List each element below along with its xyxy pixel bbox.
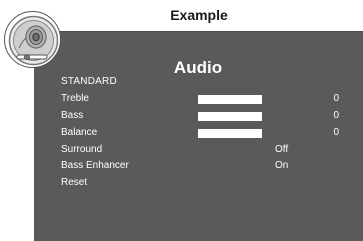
audio-mode-label[interactable]: STANDARD (61, 76, 117, 87)
menu-item-reset[interactable]: Reset (61, 177, 351, 191)
menu-item-label: Balance (61, 127, 98, 138)
menu-item-value: 0 (333, 93, 339, 104)
menu-item-value: 0 (333, 110, 339, 121)
treble-level-bar[interactable] (198, 95, 262, 104)
menu-item-label: Reset (61, 177, 88, 188)
menu-item-surround[interactable]: Surround Off (61, 144, 351, 158)
menu-item-bass-enhancer[interactable]: Bass Enhancer On (61, 160, 351, 174)
balance-level-bar[interactable] (198, 129, 262, 138)
speaker-icon (4, 11, 61, 68)
menu-item-label: Treble (61, 93, 89, 104)
menu-item-balance[interactable]: Balance 0 (61, 127, 351, 141)
bass-level-bar[interactable] (198, 112, 262, 121)
menu-item-value: Off (275, 144, 289, 155)
menu-item-label: Bass (61, 110, 84, 121)
audio-menu-screen: Example Audio STANDARD Treble 0 Bass 0 B… (0, 0, 363, 241)
menu-item-value: 0 (333, 127, 339, 138)
menu-item-label: Bass Enhancer (61, 160, 129, 171)
menu-item-value: On (275, 160, 289, 171)
menu-title: Audio (173, 58, 223, 77)
menu-item-label: Surround (61, 144, 103, 155)
menu-item-bass[interactable]: Bass 0 (61, 110, 351, 124)
menu-item-treble[interactable]: Treble 0 (61, 93, 351, 107)
